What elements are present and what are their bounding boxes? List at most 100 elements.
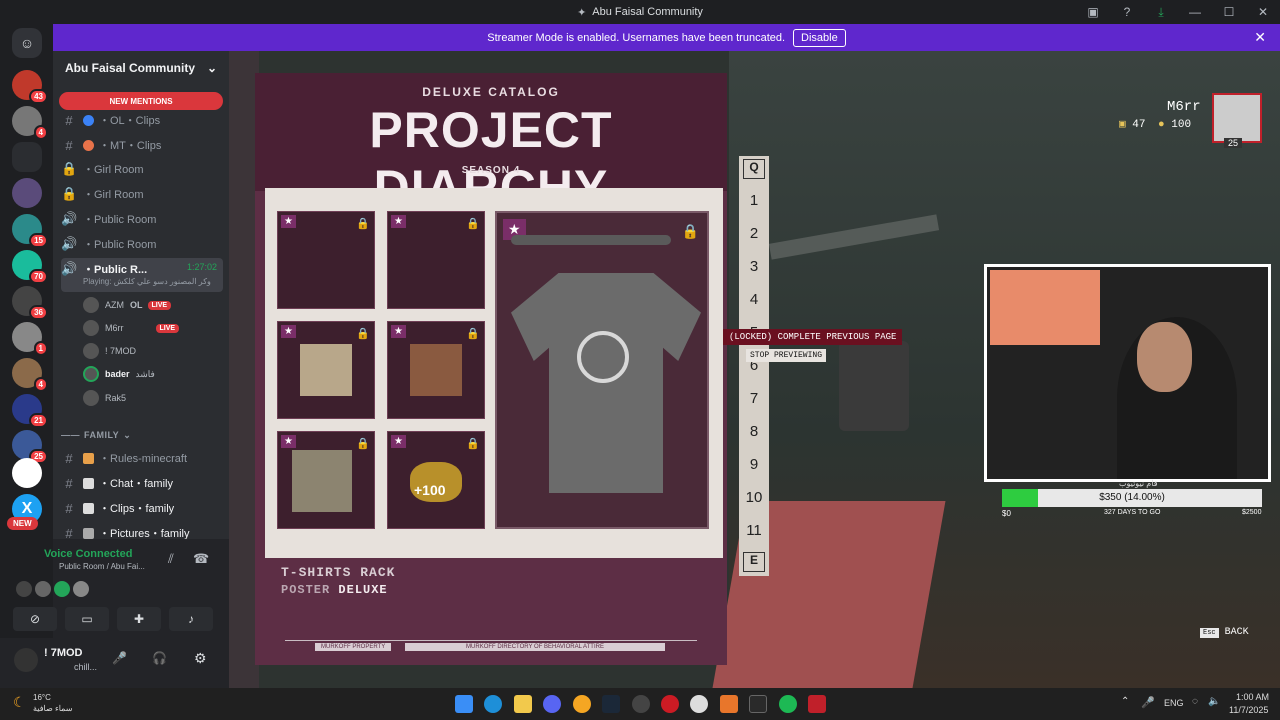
obs-icon[interactable] [632,695,650,713]
discord-icon[interactable] [543,695,561,713]
voice-user[interactable]: Rak5 [83,389,223,407]
voice-user[interactable]: AZM OL LIVE [83,296,223,314]
tab-page[interactable]: 4 [743,291,765,308]
catalog-item-locked[interactable]: ★ 🔒 [387,211,485,309]
headphones-icon[interactable]: 🎧 [152,651,167,665]
disable-button[interactable]: Disable [793,28,846,47]
avatar[interactable] [14,648,38,672]
steam-icon[interactable] [602,695,620,713]
channel-item[interactable]: 🔊 ・Public Room [61,233,223,255]
tab-page[interactable]: 9 [743,456,765,473]
catalog-item-locked[interactable]: ★ 🔒 [277,431,375,529]
windows-start-icon[interactable] [455,695,473,713]
back-button[interactable]: Esc BACK [1200,627,1249,638]
lang-indicator[interactable]: ENG [1164,698,1184,708]
catalog-item-locked[interactable]: ★ 🔒 [277,211,375,309]
server-icon[interactable]: 1 [12,322,48,356]
voice-user[interactable]: M6rr LIVE [83,319,223,337]
file-explorer-icon[interactable] [514,695,532,713]
new-mentions-pill[interactable]: NEW MENTIONS [59,92,223,110]
server-icon[interactable]: 4 [12,106,48,140]
channel-item[interactable]: # ・MT・Clips [61,134,223,156]
mention-badge: 1 [33,341,48,356]
app-icon[interactable] [808,695,826,713]
discord-home-icon[interactable]: ☺ [12,28,42,58]
voice-user[interactable]: bader فاشد [83,365,223,383]
volume-icon[interactable]: 🔈 [1208,696,1220,707]
tab-page[interactable]: 7 [743,390,765,407]
app-icon[interactable] [690,695,708,713]
catalog-item-locked[interactable]: ★ 🔒 [387,321,485,419]
close-button[interactable]: ✕ [1246,5,1280,19]
voice-user[interactable]: ! 7MOD [83,342,223,360]
catalog-item-coins[interactable]: ★ 🔒 +100 [387,431,485,529]
active-voice-channel[interactable]: 🔊 ・Public R... 1:27:02 Playing: وكر المص… [61,258,223,292]
app-icon[interactable] [573,695,591,713]
voice-status[interactable]: Voice Connected [44,548,132,560]
edge-icon[interactable] [484,695,502,713]
tab-page[interactable]: 2 [743,225,765,242]
minimize-button[interactable]: — [1178,5,1212,19]
catalog-item-selected[interactable]: ★ 🔒 [495,211,709,529]
server-icon[interactable]: 25 [12,430,48,464]
server-icon[interactable] [12,178,42,208]
channel-item[interactable]: 🔊 ・Public Room [61,208,223,230]
server-icon[interactable]: 15 [12,214,48,248]
screen-share-button[interactable]: ▭ [65,607,109,631]
esc-key: Esc [1200,628,1219,638]
voice-location[interactable]: Public Room / Abu Fai... [59,562,145,571]
opera-icon[interactable] [661,695,679,713]
microphone-icon[interactable]: 🎤 [112,651,127,665]
microphone-icon[interactable]: 🎤 [1141,696,1155,709]
channel-item[interactable]: # ・Rules-minecraft [61,447,223,469]
spotify-icon[interactable] [779,695,797,713]
channel-item[interactable]: 🔒 ・Girl Room [61,183,223,205]
tab-page[interactable]: 1 [743,192,765,209]
hash-icon: # [65,500,73,516]
server-icon[interactable]: 4 [12,358,48,392]
help-icon[interactable]: ? [1110,5,1144,19]
tab-page[interactable]: 11 [741,522,767,539]
channel-item[interactable]: # ・OL・Clips [61,109,223,131]
category-header[interactable]: —— FAMILY ⌄ [61,426,223,444]
camera-off-button[interactable]: ⊘ [13,607,57,631]
settings-icon[interactable]: ⚙ [194,650,207,667]
user-status: chill... [74,662,98,672]
download-icon[interactable]: ⤓ [1144,5,1178,20]
epic-games-icon[interactable] [749,695,767,713]
disconnect-icon[interactable]: ☎ [193,551,209,567]
activities-button[interactable]: ✚ [117,607,161,631]
catalog-item-locked[interactable]: ★ 🔒 [277,321,375,419]
tab-page[interactable]: 10 [741,489,767,506]
tray-chevron-icon[interactable]: ⌃ [1121,696,1129,707]
server-icon[interactable]: 43 [12,70,48,104]
tab-page[interactable]: 3 [743,258,765,275]
server-header[interactable]: Abu Faisal Community ⌄ [53,51,229,85]
maximize-button[interactable]: ☐ [1212,5,1246,19]
stream-view[interactable]: DELUXE CATALOG PROJECT DIARCHY SEASON 4 … [229,51,1280,688]
clock-time[interactable]: 1:00 AM [1236,692,1269,702]
close-icon[interactable]: ✕ [1254,29,1266,46]
new-badge[interactable]: NEW [7,517,38,530]
server-icon[interactable]: 70 [12,250,48,284]
tab-e[interactable]: E [743,552,765,572]
tab-q[interactable]: Q [743,159,765,179]
folder-icon[interactable] [12,142,42,172]
username[interactable]: ! 7MOD [44,647,83,659]
wifi-icon[interactable]: ◌ [1192,696,1198,707]
tab-page[interactable]: 8 [743,423,765,440]
channel-item[interactable]: # ・Chat・family [61,472,223,494]
hash-icon: # [65,112,73,128]
channel-item[interactable]: # ・Clips・family [61,497,223,519]
screen-share-icon[interactable]: ▣ [1076,5,1110,19]
noise-suppression-icon[interactable]: ⫽ [168,551,174,567]
server-icon[interactable]: 21 [12,394,48,428]
channel-item[interactable]: 🔒 ・Girl Room [61,158,223,180]
app-icon[interactable] [720,695,738,713]
lock-icon: 🔒 [466,218,480,230]
clock-date[interactable]: 11/7/2025 [1229,705,1268,715]
soundboard-button[interactable]: ♪ [169,607,213,631]
stop-previewing-button[interactable]: STOP PREVIEWING [746,349,827,362]
server-icon[interactable] [12,458,42,488]
server-icon[interactable]: 36 [12,286,48,320]
